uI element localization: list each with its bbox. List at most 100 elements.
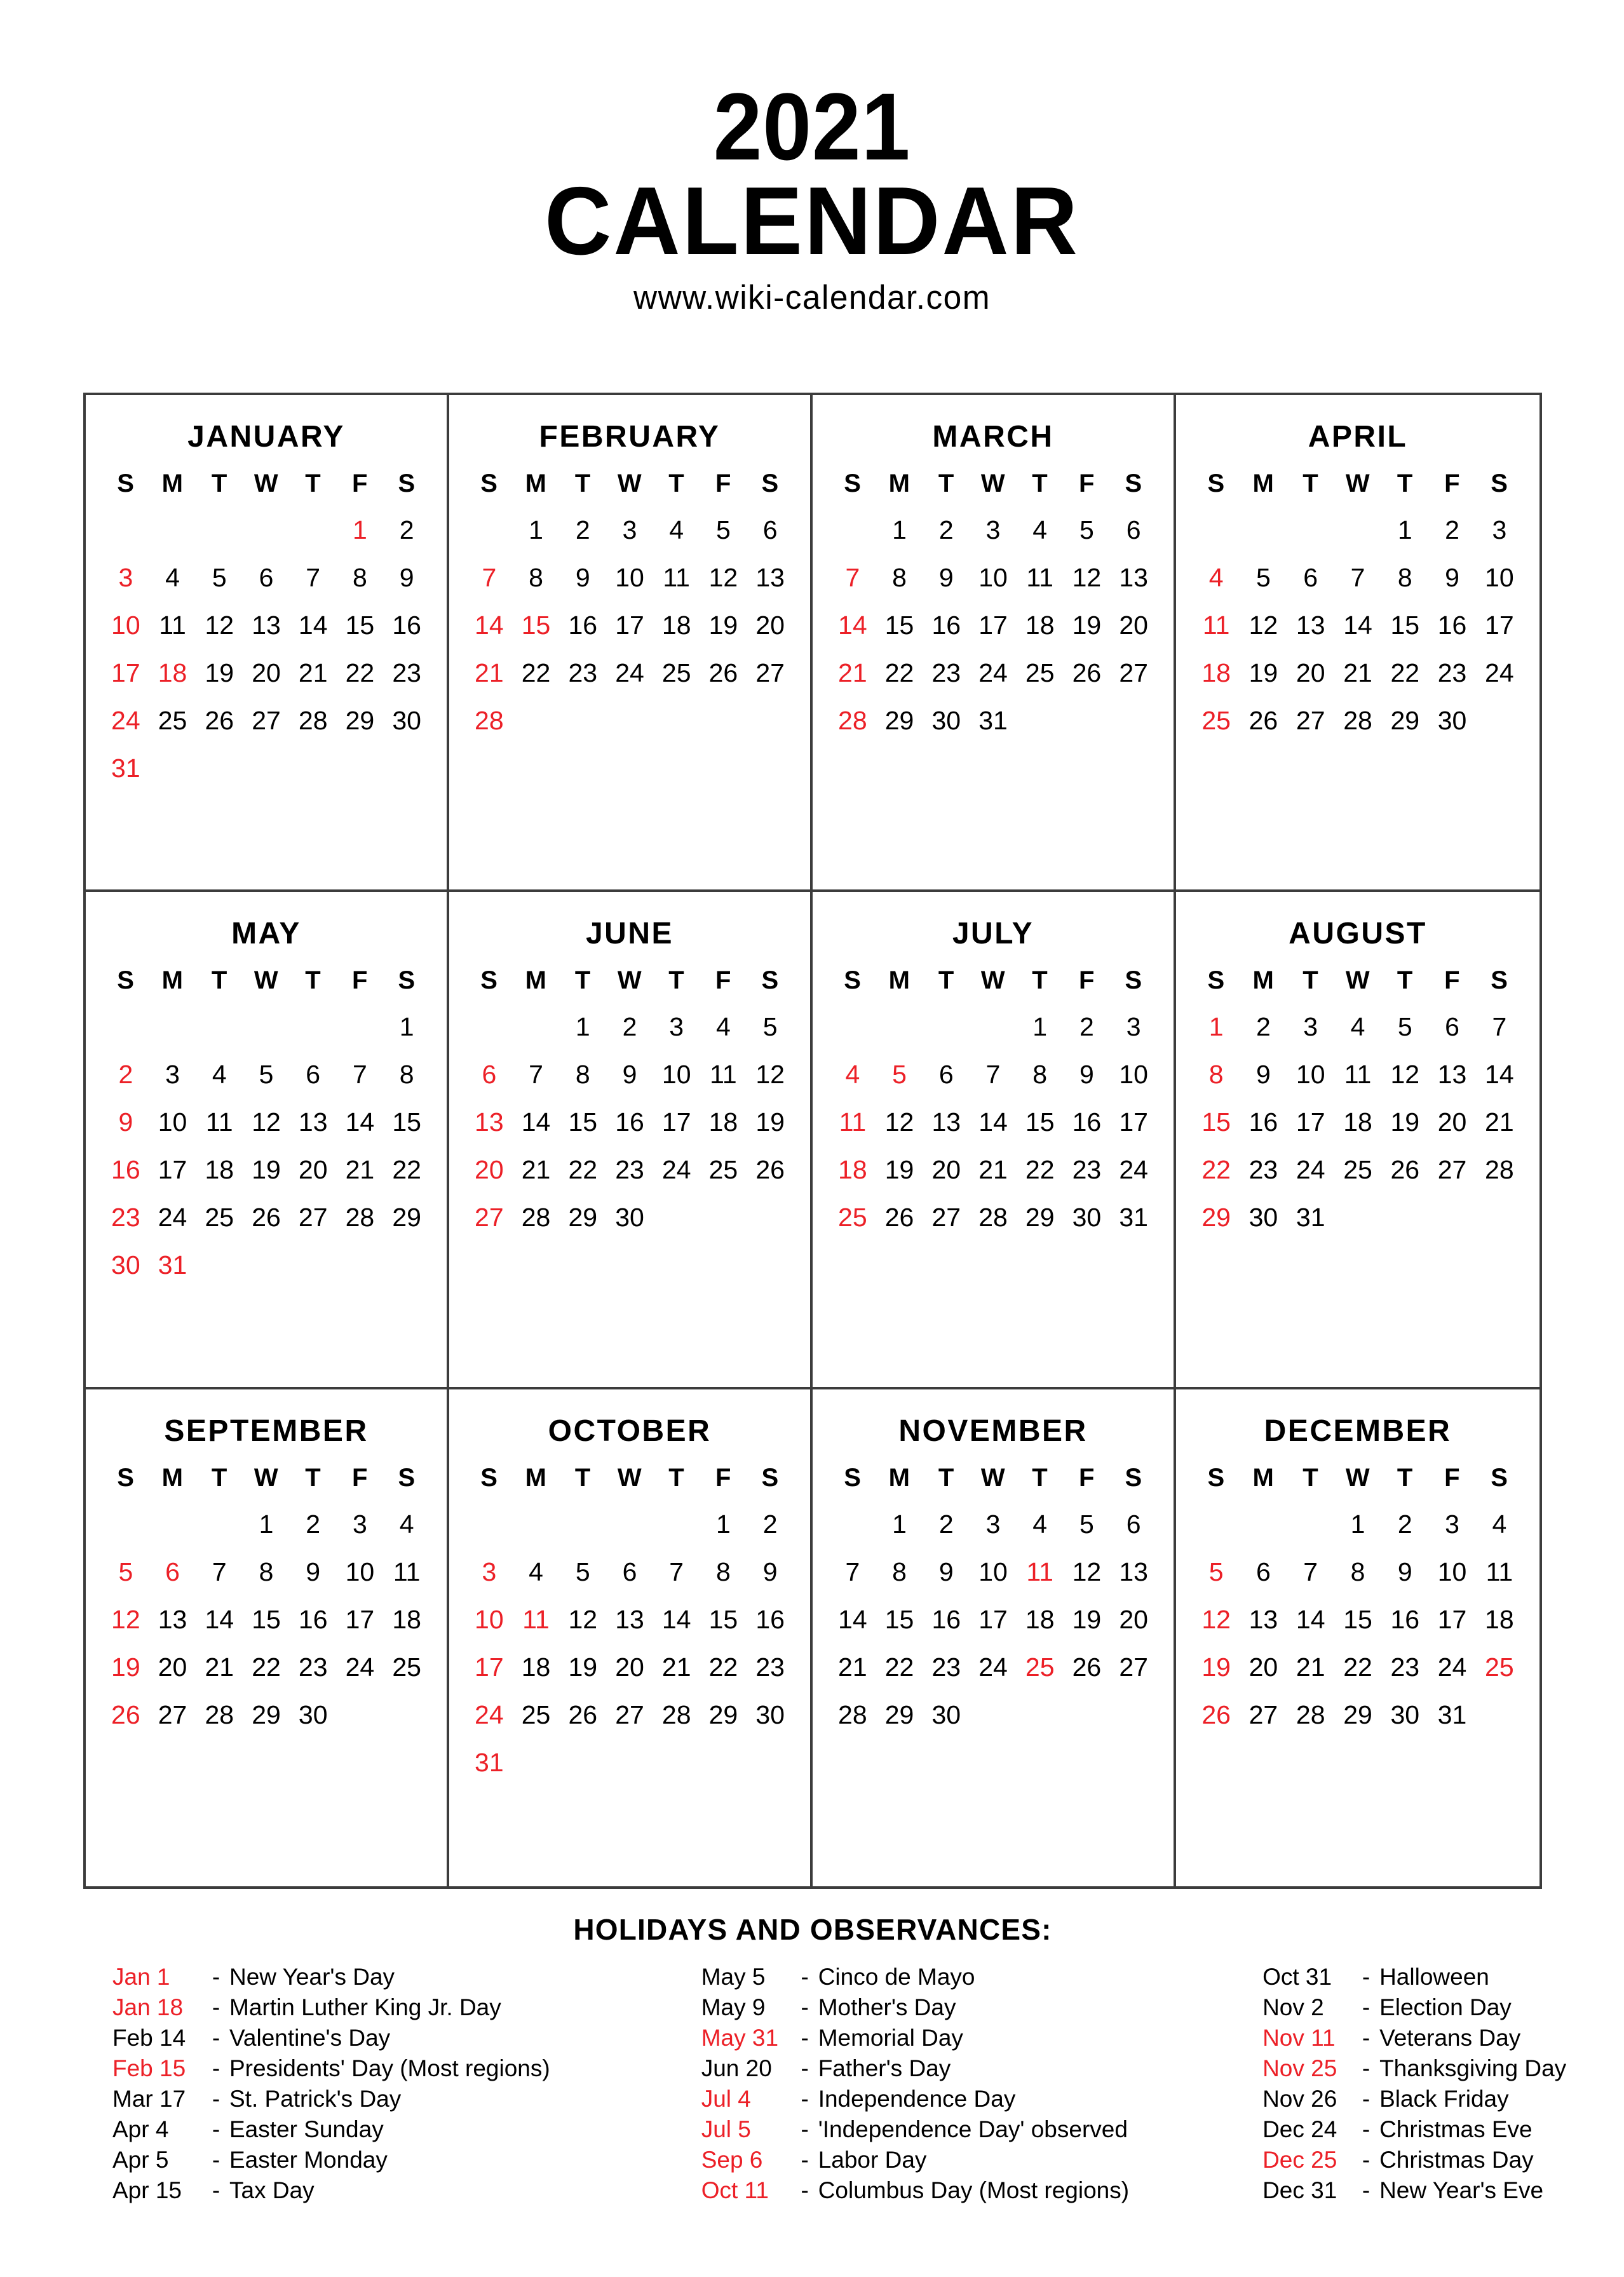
day-cell: 7 (306, 563, 321, 592)
day-cell: 21 (345, 1155, 375, 1185)
day-cell: 14 (205, 1604, 234, 1634)
weekday-header: S (1491, 1463, 1508, 1492)
day-cell: 30 (1072, 1203, 1102, 1233)
day-cell: 24 (1119, 1155, 1148, 1185)
holiday-row: Dec 25- Christmas Day (1262, 2145, 1566, 2175)
day-cell: 19 (1248, 658, 1278, 687)
day-cell: 4 (165, 563, 180, 592)
weekday-header: W (254, 966, 279, 995)
day-cell: 5 (1256, 563, 1271, 592)
day-cell: 4 (716, 1012, 731, 1042)
weekday-header: T (211, 1463, 227, 1492)
day-cell: 20 (298, 1155, 328, 1185)
day-cell: 29 (1025, 1203, 1055, 1233)
day-grid: 1 2 3 4 5 6 7 8 9 10 11 12 13 14 15 16 17 18 19 20 21 22 23 24 2… (102, 506, 430, 792)
holiday-dash: - (212, 2116, 220, 2142)
day-cell: 8 (353, 563, 367, 592)
holiday-label: Thanksgiving Day (1379, 2055, 1567, 2081)
weekday-header: M (161, 470, 184, 497)
holiday-label: Easter Monday (229, 2147, 388, 2173)
weekday-header-row: SMTWTFS (102, 968, 430, 993)
day-cell: 11 (663, 563, 690, 592)
month-block-july: JULY S M T W T F S 1 2 3 4 5 6 7 8 9 10 11 12 13 14 15 16 17 18 19… (813, 892, 1176, 1389)
empty-day-cell (970, 1003, 1017, 1051)
day-cell: 8 (259, 1557, 274, 1586)
day-cell: 13 (475, 1107, 504, 1137)
weekday-header: S (1125, 1463, 1142, 1492)
day-cell: 4 (399, 1509, 414, 1539)
day-cell: 10 (978, 1557, 1008, 1586)
day-cell: 18 (1485, 1604, 1514, 1634)
holiday-row: Apr 4 - Easter Sunday (112, 2114, 550, 2145)
weekday-header: F (351, 1463, 368, 1492)
day-cell: 12 (568, 1604, 598, 1634)
empty-day-cell (923, 1003, 970, 1051)
day-cell: 17 (1485, 611, 1514, 640)
day-cell: 5 (762, 1012, 778, 1042)
day-cell: 11 (393, 1557, 421, 1586)
day-cell: 9 (938, 1557, 954, 1586)
day-cell: 11 (710, 1060, 737, 1090)
day-cell: 13 (1437, 1060, 1467, 1090)
holiday-label: Martin Luther King Jr. Day (229, 1994, 501, 2020)
day-cell: 23 (1072, 1155, 1102, 1185)
weekday-header: T (1397, 1463, 1413, 1492)
day-cell: 24 (978, 658, 1008, 687)
day-cell: 5 (575, 1557, 590, 1586)
day-cell: 23 (568, 658, 598, 687)
month-block-october: OCTOBER S M T W T F S 1 2 3 4 5 6 7 8 9 10 11 12 13 14 15 16 17 1… (449, 1389, 813, 1886)
day-cell: 3 (482, 1557, 497, 1586)
day-cell: 30 (931, 706, 961, 735)
holiday-date: Dec 25 (1262, 2147, 1337, 2173)
day-cell: 9 (1397, 1557, 1412, 1586)
day-cell: 26 (205, 706, 234, 735)
holiday-label: Tax Day (229, 2177, 315, 2203)
holiday-row: Oct 11 - Columbus Day (Most regions) (701, 2175, 1129, 2206)
weekday-header-row: SMTWTFS (102, 1465, 430, 1490)
day-cell: 4 (669, 515, 684, 544)
day-cell: 2 (1397, 1509, 1412, 1539)
holiday-dash: - (1362, 2025, 1370, 2051)
day-cell: 22 (521, 658, 551, 687)
weekday-header: S (1207, 1463, 1225, 1492)
day-cell: 28 (521, 1203, 551, 1233)
holiday-date: Dec 31 (1262, 2177, 1337, 2203)
day-cell: 26 (1201, 1699, 1231, 1729)
day-cell: 19 (884, 1155, 914, 1185)
day-cell: 20 (1248, 1652, 1278, 1682)
holiday-date: Apr 15 (112, 2177, 182, 2203)
holiday-dash: - (801, 1994, 809, 2020)
day-cell: 31 (475, 1747, 504, 1777)
day-cell: 3 (353, 1509, 367, 1539)
weekday-header: T (305, 470, 321, 497)
day-cell: 4 (529, 1557, 543, 1586)
weekday-header: S (844, 470, 862, 497)
empty-day-cell (466, 506, 513, 554)
weekday-header: W (1345, 470, 1370, 497)
holiday-label: Christmas Day (1379, 2147, 1534, 2173)
weekday-header-row: SMTWTFS (466, 968, 794, 993)
day-cell: 15 (1025, 1107, 1055, 1137)
holiday-date: Oct 31 (1262, 1964, 1332, 1990)
day-cell: 29 (884, 1699, 914, 1729)
day-cell: 6 (762, 515, 778, 544)
weekday-header: M (161, 966, 184, 995)
holiday-label: Father's Day (818, 2055, 951, 2081)
day-cell: 6 (1445, 1012, 1459, 1042)
month-block-august: AUGUST S M T W T F S 1 2 3 4 5 6 7 8 9 10 11 12 13 14 15 16 17 18… (1176, 892, 1539, 1389)
holiday-date: Oct 11 (701, 2177, 769, 2203)
day-cell: 6 (482, 1060, 497, 1090)
holiday-date: May 5 (701, 1964, 766, 1990)
holiday-row: Feb 14- Valentine's Day (112, 2023, 550, 2053)
weekday-header: M (888, 1463, 910, 1492)
holiday-dash: - (1362, 2086, 1370, 2112)
day-cell: 16 (1437, 611, 1467, 640)
day-cell: 11 (1202, 611, 1230, 640)
day-cell: 3 (118, 563, 133, 592)
day-cell: 16 (931, 611, 961, 640)
year-title: 2021 (713, 73, 911, 180)
month-name: APRIL (1308, 420, 1408, 454)
day-cell: 5 (212, 563, 227, 592)
day-cell: 13 (1296, 611, 1325, 640)
holiday-dash: - (1362, 2177, 1370, 2203)
